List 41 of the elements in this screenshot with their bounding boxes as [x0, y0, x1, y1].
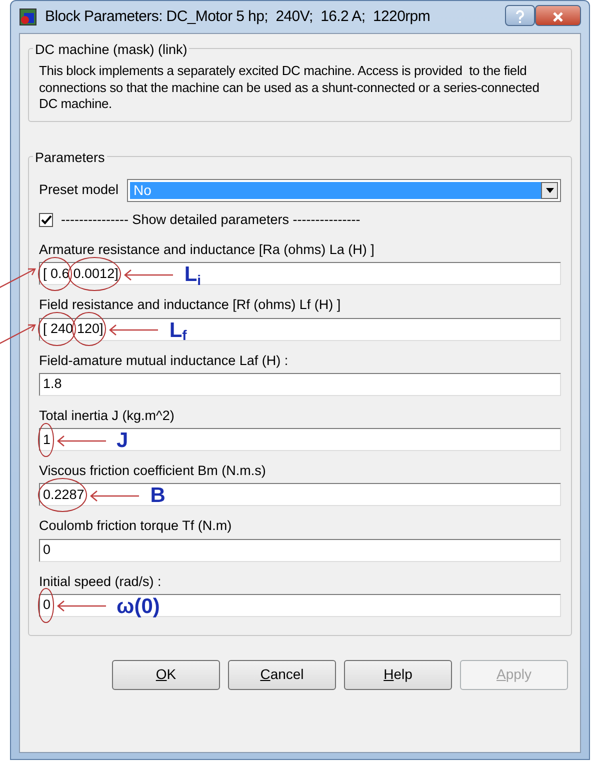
preset-label: Preset model — [39, 181, 119, 200]
field-value: 0.2287 — [43, 486, 84, 504]
input-field[interactable]: 1.8 — [39, 372, 561, 396]
annotation-label: B — [150, 485, 166, 506]
field-value: 0 — [43, 596, 51, 614]
field-label: Field resistance and inductance [Rf (ohms) Lf (H) ] — [39, 296, 342, 314]
field-value: 0 — [43, 541, 51, 559]
field-label: Field-amature mutual inductance Laf (H) : — [39, 352, 290, 370]
annotation-label: J — [116, 430, 128, 452]
dialog-button[interactable]: Help — [344, 660, 452, 690]
field-value: 1.8 — [43, 375, 62, 394]
field-label: Coulomb friction torque Tf (N.m) — [39, 517, 233, 536]
arrow-icon — [56, 434, 107, 447]
annotation-label: L$_{i}$ — [184, 264, 202, 286]
arrow-icon — [90, 490, 140, 502]
field-value: [ 0.6 — [43, 264, 70, 283]
arrow-icon — [109, 324, 160, 336]
arrow-icon — [124, 268, 174, 281]
dropdown-value: No — [130, 182, 541, 199]
field-value: 0.0012] — [73, 264, 118, 283]
annotation-label: ω(0) — [116, 596, 160, 617]
checkbox-label: --------------- Show detailed parameters --------------- — [61, 210, 360, 229]
description-text: This block implements a separately excited DC machine. Access is provided to the field connections so that the machine can be used as a shunt-connected or a series-connected DC machine. — [39, 63, 540, 113]
caret-icon — [541, 182, 558, 199]
arrow-icon — [56, 600, 107, 612]
field-label: Total inertia J (kg.m^2) — [39, 406, 176, 425]
window-title: Block Parameters: DC_Motor 5 hp; 240V; 16.2 A; 1220rpm — [45, 6, 430, 27]
block-icon — [19, 8, 37, 26]
help-icon[interactable] — [505, 5, 535, 26]
dialog-button[interactable]: OK — [112, 660, 220, 690]
close-icon[interactable] — [535, 5, 581, 26]
field-value: 1 — [43, 430, 51, 448]
checkbox[interactable] — [39, 213, 53, 227]
field-value: [ 240 — [43, 320, 74, 338]
dialog-button[interactable]: Cancel — [228, 660, 336, 690]
field-label: Initial speed (rad/s) : — [39, 572, 162, 591]
field-value: 120] — [77, 320, 104, 338]
annotation-label: L$_{f}$ — [169, 320, 187, 341]
field-label: Armature resistance and inductance [Ra (ohms) La (H) ] — [39, 241, 376, 260]
input-field[interactable]: 0 — [39, 538, 561, 562]
field-label: Viscous friction coefficient Bm (N.m.s) — [39, 462, 267, 480]
